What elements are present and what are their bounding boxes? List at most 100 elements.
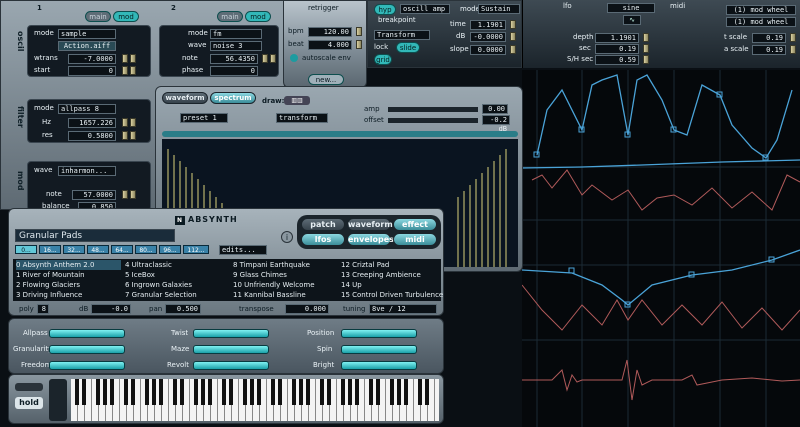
preset-item[interactable]: 9 Glass Chimes [233,270,338,280]
lock-label[interactable]: lock [374,43,388,52]
midi-source-2[interactable]: (1) mod wheel [726,17,796,27]
preset-item[interactable]: 1 River of Mountain [16,270,121,280]
slope-value[interactable]: 0.0000 [470,45,506,55]
macro-slider[interactable] [49,329,125,338]
preset-item[interactable]: 5 IceBox [125,270,230,280]
bank-button-48[interactable]: 48... [87,245,109,254]
lfo-depth-value[interactable]: 1.1901 [595,33,639,43]
macro-slider[interactable] [341,361,417,370]
preset-item[interactable]: 2 Flowing Glaciers [16,280,121,290]
mod-fader-1[interactable] [122,190,128,199]
tab-waveform[interactable]: waveform [162,92,208,104]
osc1-mode-select[interactable]: sample [58,29,116,39]
range-scrollbar[interactable] [162,131,518,137]
preset-item[interactable]: 3 Driving Influence [16,290,121,300]
osc1-wtrans-value[interactable]: -7.0000 [68,54,116,64]
osc2-phase-value[interactable]: 0 [210,66,258,76]
bank-button-80[interactable]: 80... [135,245,157,254]
preset-item[interactable]: 15 Control Driven Turbulence [341,290,443,300]
lfo-sec-fader[interactable] [643,44,649,53]
db-fader[interactable] [510,32,516,41]
macro-slider[interactable] [193,329,269,338]
amp-value[interactable]: 0.00 [482,104,508,114]
tscale-value[interactable]: 0.19 [752,33,786,43]
hold-button[interactable]: hold [15,397,43,409]
bank-button-96[interactable]: 96... [159,245,181,254]
ascale-value[interactable]: 0.19 [752,45,786,55]
db-value[interactable]: -0.0000 [470,32,506,42]
edits-dropdown[interactable]: edits... [219,245,267,255]
bpm-fader[interactable] [356,27,362,36]
preset-item[interactable]: 0 Absynth Anthem 2.0 [16,260,121,270]
mod-note-value[interactable]: 57.0000 [72,190,116,200]
osc1-fader-1[interactable] [122,54,128,63]
transform-select[interactable]: Transform [374,30,430,40]
filter-fader-4[interactable] [130,131,136,140]
new-button[interactable]: new... [308,74,344,85]
osc1-mod-toggle[interactable]: mod [113,11,139,22]
help-icon[interactable]: i [281,231,293,243]
beat-value[interactable]: 4.000 [308,40,352,50]
piano-keyboard[interactable] [71,379,439,421]
envelope-display[interactable] [522,70,800,427]
offset-slider[interactable] [388,118,478,123]
envelope-source-select[interactable]: oscill amp [400,4,450,14]
osc1-start-value[interactable]: 0 [68,66,116,76]
preset-item[interactable]: 4 Ultraclassic [125,260,230,270]
osc2-wave-select[interactable]: noise 3 [210,41,262,51]
beat-fader[interactable] [356,40,362,49]
filter-fader-3[interactable] [122,131,128,140]
osc2-fader-2[interactable] [270,54,276,63]
lfo-sec-value[interactable]: 0.19 [595,44,639,54]
osc2-mod-toggle[interactable]: mod [245,11,271,22]
slide-button[interactable]: slide [396,42,420,53]
bpm-value[interactable]: 120.00 [308,27,352,37]
bank-button-64[interactable]: 64... [111,245,133,254]
macro-slider[interactable] [193,361,269,370]
osc1-fader-4[interactable] [130,66,136,75]
tab-midi[interactable]: midi [393,233,437,246]
osc1-fader-3[interactable] [122,66,128,75]
macro-slider[interactable] [49,345,125,354]
tab-lfos[interactable]: lfos [301,233,345,246]
autoscale-led[interactable] [290,54,298,62]
tscale-fader[interactable] [790,33,796,42]
hyp-button[interactable]: hyp [374,4,396,15]
preset-item[interactable]: 10 Unfriendly Welcome [233,280,338,290]
macro-slider[interactable] [49,361,125,370]
tab-patch[interactable]: patch [301,218,345,231]
filter-res-value[interactable]: 0.5800 [68,131,116,141]
preset-item[interactable]: 12 Criztal Pad [341,260,441,270]
osc1-fader-2[interactable] [130,54,136,63]
preset-select[interactable]: preset 1 [180,113,228,123]
midi-source-1[interactable]: (1) mod wheel [726,5,796,15]
bank-button-32[interactable]: 32... [63,245,85,254]
bank-button-16[interactable]: 16... [39,245,61,254]
transpose-value[interactable]: 0.000 [285,304,329,314]
global-db-value[interactable]: -0.0 [91,304,131,314]
grid-button[interactable]: grid [374,54,392,65]
ascale-fader[interactable] [790,45,796,54]
mod-wave-select[interactable]: inharmon... [58,166,116,176]
lfo-wave-select[interactable]: sine [607,3,655,13]
tab-spectrum[interactable]: spectrum [210,92,256,104]
lfo-sh-fader[interactable] [643,55,649,64]
osc1-main-toggle[interactable]: main [85,11,111,22]
macro-slider[interactable] [341,345,417,354]
pan-value[interactable]: 0.500 [165,304,201,314]
preset-item[interactable]: 6 Ingrown Galaxies [125,280,230,290]
lfo-depth-fader[interactable] [643,33,649,42]
envelope-graph[interactable] [522,70,800,427]
time-value[interactable]: 1.1901 [470,20,506,30]
macro-slider[interactable] [341,329,417,338]
preset-item[interactable]: 13 Creeping Ambience [341,270,441,280]
filter-mode-select[interactable]: allpass 8 [58,104,116,114]
preset-item[interactable]: 11 Kannibal Bassline [233,290,338,300]
osc2-mode-select[interactable]: fm [210,29,262,39]
osc2-note-value[interactable]: 56.4350 [210,54,258,64]
env-mode-select[interactable]: Sustain [478,4,520,14]
poly-value[interactable]: 8 [37,304,49,314]
preset-item[interactable]: 14 Up [341,280,441,290]
bank-button-112[interactable]: 112... [183,245,209,254]
filter-fader-2[interactable] [130,118,136,127]
